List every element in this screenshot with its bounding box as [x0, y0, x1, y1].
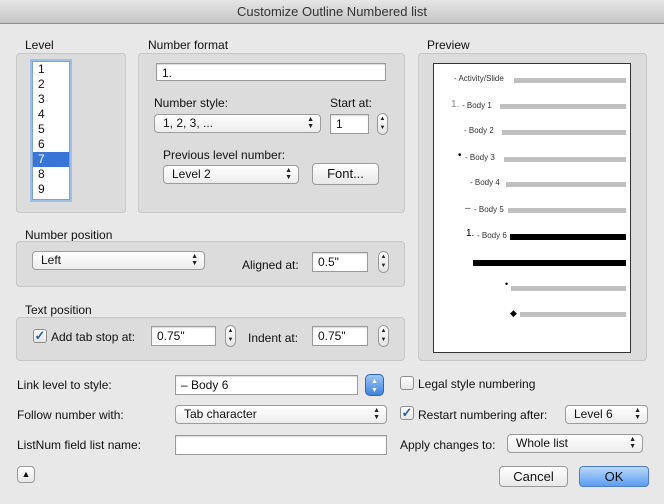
- apply-changes-popup[interactable]: Whole list ▲ ▼: [507, 434, 643, 453]
- apply-changes-value: Whole list: [516, 436, 569, 450]
- number-alignment-value: Left: [41, 253, 62, 267]
- popup-arrows-icon: ▲ ▼: [191, 253, 198, 267]
- preview-marker: 1.: [451, 99, 460, 110]
- preview-line-bar-active: [510, 234, 626, 240]
- listnum-label: ListNum field list name:: [17, 438, 142, 452]
- preview-marker: •: [458, 150, 462, 161]
- previous-level-label: Previous level number:: [163, 148, 286, 162]
- level-item[interactable]: 2: [33, 77, 69, 92]
- number-style-popup[interactable]: 1, 2, 3, ... ▲ ▼: [154, 114, 321, 133]
- preview-marker: 1.: [466, 228, 475, 239]
- previous-level-value: Level 2: [172, 167, 211, 181]
- level-group-label: Level: [25, 38, 54, 52]
- listnum-field[interactable]: [175, 435, 387, 455]
- preview-line-bar: [504, 157, 626, 162]
- popup-arrows-icon: ▲ ▼: [634, 407, 641, 421]
- level-item[interactable]: 3: [33, 92, 69, 107]
- preview-marker: ◆: [510, 308, 517, 318]
- preview-line-text: - Body 4: [470, 178, 500, 187]
- preview-line-bar: [520, 312, 626, 317]
- start-at-label: Start at:: [330, 96, 373, 110]
- font-button[interactable]: Font...: [312, 163, 379, 185]
- preview-page: - Activity/Slide 1. - Body 1 - Body 2 • …: [433, 63, 631, 353]
- text-position-label: Text position: [25, 303, 92, 317]
- preview-line-text: - Body 6: [477, 231, 507, 240]
- legal-style-checkbox[interactable]: [400, 376, 414, 390]
- cancel-button[interactable]: Cancel: [499, 466, 568, 487]
- preview-line-bar: [514, 78, 626, 83]
- start-at-field[interactable]: 1: [330, 114, 369, 134]
- restart-level-value: Level 6: [574, 407, 613, 421]
- preview-line-bar-active: [473, 260, 626, 266]
- collapse-disclosure-button[interactable]: ▲: [17, 466, 35, 483]
- aligned-at-field[interactable]: 0.5": [312, 252, 368, 272]
- preview-marker: –: [465, 203, 471, 214]
- number-style-value: 1, 2, 3, ...: [163, 116, 214, 130]
- restart-level-popup[interactable]: Level 6 ▲ ▼: [565, 405, 648, 424]
- preview-line-bar: [500, 104, 626, 109]
- level-item[interactable]: 4: [33, 107, 69, 122]
- indent-at-stepper[interactable]: ▲ ▼: [378, 325, 389, 347]
- restart-numbering-label: Restart numbering after:: [418, 408, 548, 422]
- add-tab-stop-label: Add tab stop at:: [51, 330, 136, 344]
- preview-line-bar: [502, 130, 626, 135]
- level-item-selected[interactable]: 7: [33, 152, 69, 167]
- preview-line-text: - Body 1: [462, 101, 492, 110]
- number-alignment-popup[interactable]: Left ▲ ▼: [32, 251, 205, 270]
- previous-level-popup[interactable]: Level 2 ▲ ▼: [163, 165, 299, 184]
- window-title: Customize Outline Numbered list: [0, 0, 664, 24]
- level-item[interactable]: 9: [33, 182, 69, 197]
- follow-number-popup[interactable]: Tab character ▲ ▼: [175, 405, 387, 424]
- preview-line-text: - Body 3: [465, 153, 495, 162]
- aligned-at-label: Aligned at:: [242, 258, 299, 272]
- indent-at-field[interactable]: 0.75": [312, 326, 368, 346]
- popup-arrows-icon: ▲ ▼: [307, 116, 314, 130]
- preview-line-text: - Body 5: [474, 205, 504, 214]
- preview-label: Preview: [427, 38, 470, 52]
- preview-line-bar: [506, 182, 626, 187]
- legal-style-label: Legal style numbering: [418, 377, 536, 391]
- preview-line-bar: [511, 286, 626, 291]
- link-level-stepper[interactable]: ▲ ▼: [365, 374, 384, 396]
- popup-arrows-icon: ▲ ▼: [285, 167, 292, 181]
- preview-line-bar: [508, 208, 626, 213]
- number-format-field[interactable]: 1.: [156, 63, 386, 81]
- number-position-label: Number position: [25, 228, 113, 242]
- follow-number-value: Tab character: [184, 407, 257, 421]
- level-item[interactable]: 6: [33, 137, 69, 152]
- preview-line-text: - Activity/Slide: [454, 74, 504, 83]
- number-style-label: Number style:: [154, 96, 229, 110]
- start-at-stepper[interactable]: ▲ ▼: [377, 113, 388, 135]
- level-item[interactable]: 5: [33, 122, 69, 137]
- link-level-field[interactable]: – Body 6: [175, 375, 358, 395]
- level-item[interactable]: 1: [33, 62, 69, 77]
- triangle-up-icon: ▲: [21, 469, 31, 479]
- add-tab-stop-checkbox[interactable]: ✓: [33, 329, 47, 343]
- follow-number-label: Follow number with:: [17, 408, 124, 422]
- ok-button[interactable]: OK: [579, 466, 649, 487]
- indent-at-label: Indent at:: [248, 331, 299, 345]
- tab-stop-field[interactable]: 0.75": [151, 326, 216, 346]
- link-level-label: Link level to style:: [17, 378, 112, 392]
- restart-numbering-checkbox[interactable]: ✓: [400, 406, 414, 420]
- apply-changes-label: Apply changes to:: [400, 438, 496, 452]
- aligned-at-stepper[interactable]: ▲ ▼: [378, 251, 389, 273]
- number-format-label: Number format: [148, 38, 229, 52]
- preview-marker: •: [505, 279, 509, 289]
- tab-stop-stepper[interactable]: ▲ ▼: [225, 325, 236, 347]
- popup-arrows-icon: ▲ ▼: [373, 407, 380, 421]
- level-list[interactable]: 1 2 3 4 5 6 7 8 9: [32, 61, 70, 200]
- popup-arrows-icon: ▲ ▼: [629, 436, 636, 450]
- preview-line-text: - Body 2: [464, 126, 494, 135]
- level-item[interactable]: 8: [33, 167, 69, 182]
